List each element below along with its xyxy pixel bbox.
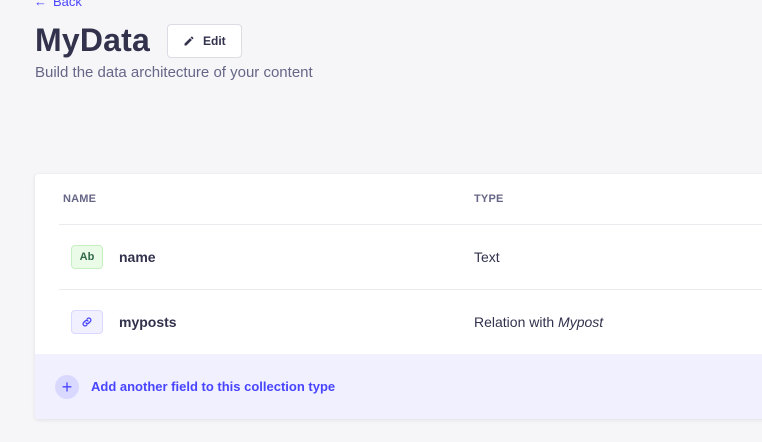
column-header-name: NAME bbox=[63, 193, 97, 205]
edit-label: Edit bbox=[203, 33, 226, 48]
field-name: myposts bbox=[119, 314, 177, 330]
header: MyData Edit bbox=[35, 22, 242, 59]
field-name-cell: Ab name bbox=[59, 245, 474, 269]
relation-target: Mypost bbox=[558, 314, 604, 330]
plus-icon: + bbox=[55, 374, 79, 399]
fields-table: NAME TYPE Ab name Text myposts Relation … bbox=[35, 174, 762, 419]
table-row[interactable]: myposts Relation with Mypost bbox=[59, 290, 762, 355]
column-header-type: TYPE bbox=[474, 193, 504, 205]
field-type: Relation with bbox=[474, 314, 555, 330]
field-type-cell: Text bbox=[474, 249, 500, 265]
field-type-cell: Relation with Mypost bbox=[474, 314, 603, 330]
text-field-icon: Ab bbox=[71, 245, 103, 269]
pencil-icon bbox=[184, 35, 194, 45]
field-type: Text bbox=[474, 249, 500, 265]
page-title: MyData bbox=[35, 22, 151, 58]
link-icon bbox=[71, 310, 103, 334]
add-field-label: Add another field to this collection typ… bbox=[91, 379, 336, 394]
field-name: name bbox=[119, 249, 156, 265]
table-header: NAME TYPE bbox=[59, 174, 762, 225]
table-row[interactable]: Ab name Text bbox=[59, 225, 762, 290]
field-name-cell: myposts bbox=[59, 310, 474, 334]
add-field-button[interactable]: + Add another field to this collection t… bbox=[35, 354, 762, 419]
arrow-left-icon: ← bbox=[34, 0, 47, 9]
back-label: Back bbox=[53, 0, 82, 9]
page-subtitle: Build the data architecture of your cont… bbox=[35, 64, 313, 81]
back-link[interactable]: ← Back bbox=[34, 0, 82, 9]
edit-button[interactable]: Edit bbox=[167, 23, 242, 58]
